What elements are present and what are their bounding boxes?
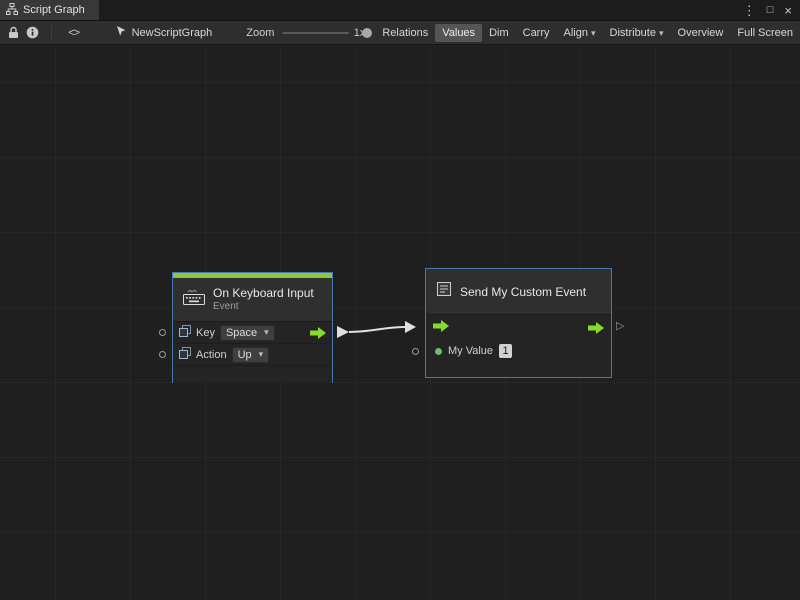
zoom-label: Zoom xyxy=(246,27,274,39)
maximize-icon[interactable]: □ xyxy=(767,5,774,16)
event-output-port[interactable]: ▷ xyxy=(616,321,624,332)
relations-button[interactable]: Relations xyxy=(375,24,435,42)
zoom-slider-track xyxy=(282,32,348,34)
script-graph-window: Script Graph ⋮ □ × <> xyxy=(0,0,800,600)
graph-breadcrumb[interactable]: NewScriptGraph xyxy=(116,25,213,40)
node-title: On Keyboard Input xyxy=(213,286,314,301)
values-button[interactable]: Values xyxy=(435,24,482,42)
tab-label: Script Graph xyxy=(23,4,85,16)
cursor-icon xyxy=(116,25,127,40)
code-view-icon[interactable]: <> xyxy=(66,23,82,43)
action-label: Action xyxy=(196,349,227,361)
graph-icon xyxy=(6,3,18,18)
connection-wire xyxy=(0,45,800,600)
my-value-row: My Value 1 xyxy=(426,341,611,361)
window-controls: ⋮ □ × xyxy=(743,0,800,20)
value-port-icon[interactable] xyxy=(435,348,442,355)
lock-icon[interactable] xyxy=(7,23,20,43)
zoom-slider-handle[interactable] xyxy=(362,28,372,38)
distribute-dropdown-button[interactable]: Distribute▾ xyxy=(603,24,671,42)
event-letter-icon xyxy=(435,281,453,302)
flow-output-port[interactable] xyxy=(588,322,604,334)
flow-output-port[interactable] xyxy=(310,327,326,339)
dim-button[interactable]: Dim xyxy=(482,24,516,42)
node-header[interactable]: Send My Custom Event xyxy=(426,269,611,315)
chevron-down-icon: ▾ xyxy=(259,349,264,360)
tab-script-graph[interactable]: Script Graph xyxy=(0,0,99,20)
unit-icon xyxy=(179,324,191,342)
zoom-slider[interactable] xyxy=(282,26,348,40)
my-value-input-port[interactable] xyxy=(412,348,419,355)
carry-button[interactable]: Carry xyxy=(516,24,557,42)
close-icon[interactable]: × xyxy=(784,4,792,17)
graph-name-label: NewScriptGraph xyxy=(132,27,213,39)
action-input-port[interactable] xyxy=(159,351,166,358)
key-input-port[interactable] xyxy=(159,329,166,336)
node-header[interactable]: On Keyboard Input Event xyxy=(173,278,332,322)
key-dropdown[interactable]: Space▾ xyxy=(220,325,275,341)
overview-button[interactable]: Overview xyxy=(671,24,731,42)
node-footer xyxy=(173,366,332,383)
window-menu-icon[interactable]: ⋮ xyxy=(743,4,756,17)
flow-input-port[interactable] xyxy=(433,319,449,337)
flow-row xyxy=(426,315,611,341)
toolbar-divider xyxy=(51,25,52,40)
key-label: Key xyxy=(196,327,215,339)
toolbar-buttons: Relations Values Dim Carry Align▾ Distri… xyxy=(375,24,800,42)
my-value-input[interactable]: 1 xyxy=(499,344,512,358)
align-dropdown-button[interactable]: Align▾ xyxy=(557,24,603,42)
graph-toolbar: <> NewScriptGraph Zoom 1x Relations Valu… xyxy=(0,21,800,45)
keyboard-icon xyxy=(182,289,206,311)
unit-icon xyxy=(179,346,191,364)
graph-canvas[interactable]: On Keyboard Input Event Key Space▾ xyxy=(0,45,800,600)
key-port-row: Key Space▾ xyxy=(173,322,332,344)
node-send-my-custom-event[interactable]: Send My Custom Event My Value 1 xyxy=(425,268,612,378)
chevron-down-icon: ▾ xyxy=(591,28,596,38)
action-dropdown[interactable]: Up▾ xyxy=(232,347,270,363)
node-subtitle: Event xyxy=(213,301,314,314)
chevron-down-icon: ▾ xyxy=(659,28,664,38)
node-title: Send My Custom Event xyxy=(460,285,586,299)
chevron-down-icon: ▾ xyxy=(264,327,269,338)
node-on-keyboard-input[interactable]: On Keyboard Input Event Key Space▾ xyxy=(172,272,333,383)
node-titles: On Keyboard Input Event xyxy=(213,286,314,314)
fullscreen-button[interactable]: Full Screen xyxy=(730,24,800,42)
info-icon[interactable] xyxy=(26,23,39,43)
my-value-label: My Value xyxy=(448,345,493,357)
titlebar: Script Graph ⋮ □ × xyxy=(0,0,800,21)
action-port-row: Action Up▾ xyxy=(173,344,332,366)
